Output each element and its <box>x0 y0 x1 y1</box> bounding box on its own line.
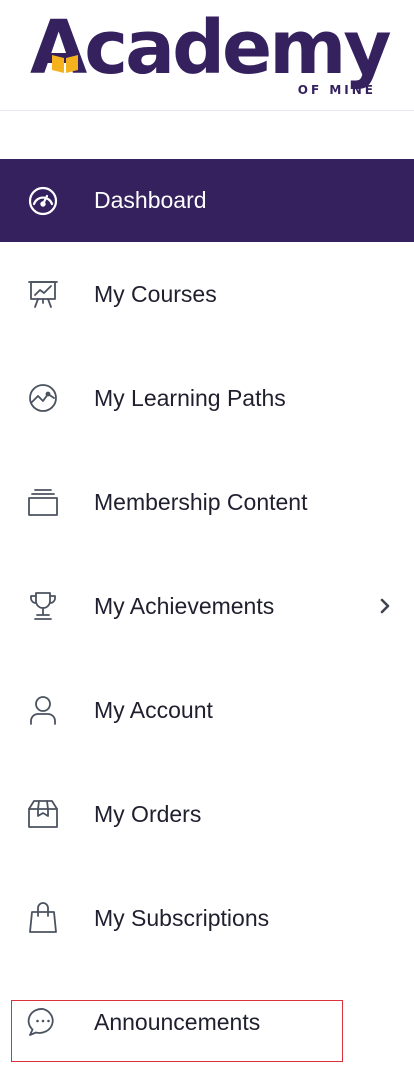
shopping-bag-icon <box>26 901 60 935</box>
menu-item-label: My Courses <box>94 280 217 307</box>
open-book-icon <box>52 55 78 73</box>
menu-item-membership-content[interactable]: Membership Content <box>0 450 414 554</box>
academy-of-mine-logo[interactable]: Academy OF MINE <box>30 5 392 102</box>
menu-item-my-orders[interactable]: My Orders <box>0 762 414 866</box>
menu-item-label: My Account <box>94 696 213 723</box>
package-icon <box>26 797 60 831</box>
trophy-icon <box>26 589 60 623</box>
chat-bubble-icon <box>26 1005 60 1039</box>
speedometer-icon <box>26 184 60 218</box>
stacked-layers-icon <box>26 485 60 519</box>
presentation-chart-icon <box>26 277 60 311</box>
menu-item-my-learning-paths[interactable]: My Learning Paths <box>0 346 414 450</box>
menu-item-dashboard[interactable]: Dashboard <box>0 159 414 242</box>
menu-item-my-subscriptions[interactable]: My Subscriptions <box>0 866 414 970</box>
logo-tagline: OF MINE <box>297 83 376 97</box>
logo-wordmark: Academy <box>30 5 392 91</box>
user-icon <box>26 693 60 727</box>
chart-circle-icon <box>26 381 60 415</box>
menu-item-label: My Subscriptions <box>94 904 270 931</box>
menu-item-label: Dashboard <box>94 187 207 213</box>
menu-item-my-achievements[interactable]: My Achievements <box>0 554 414 658</box>
header: Academy OF MINE <box>0 0 414 111</box>
chevron-right-icon[interactable] <box>378 597 392 615</box>
menu-item-label: My Achievements <box>94 592 275 619</box>
menu-item-my-account[interactable]: My Account <box>0 658 414 762</box>
menu-item-label: Membership Content <box>94 488 308 515</box>
menu-item-label: My Orders <box>94 800 202 827</box>
menu-item-announcements[interactable]: Announcements <box>0 970 414 1074</box>
menu-item-label: Announcements <box>94 1008 261 1035</box>
menu-item-my-courses[interactable]: My Courses <box>0 242 414 346</box>
menu-item-label: My Learning Paths <box>94 384 286 411</box>
sidebar-menu: Dashboard My Courses My Learning Paths M… <box>0 159 414 1074</box>
